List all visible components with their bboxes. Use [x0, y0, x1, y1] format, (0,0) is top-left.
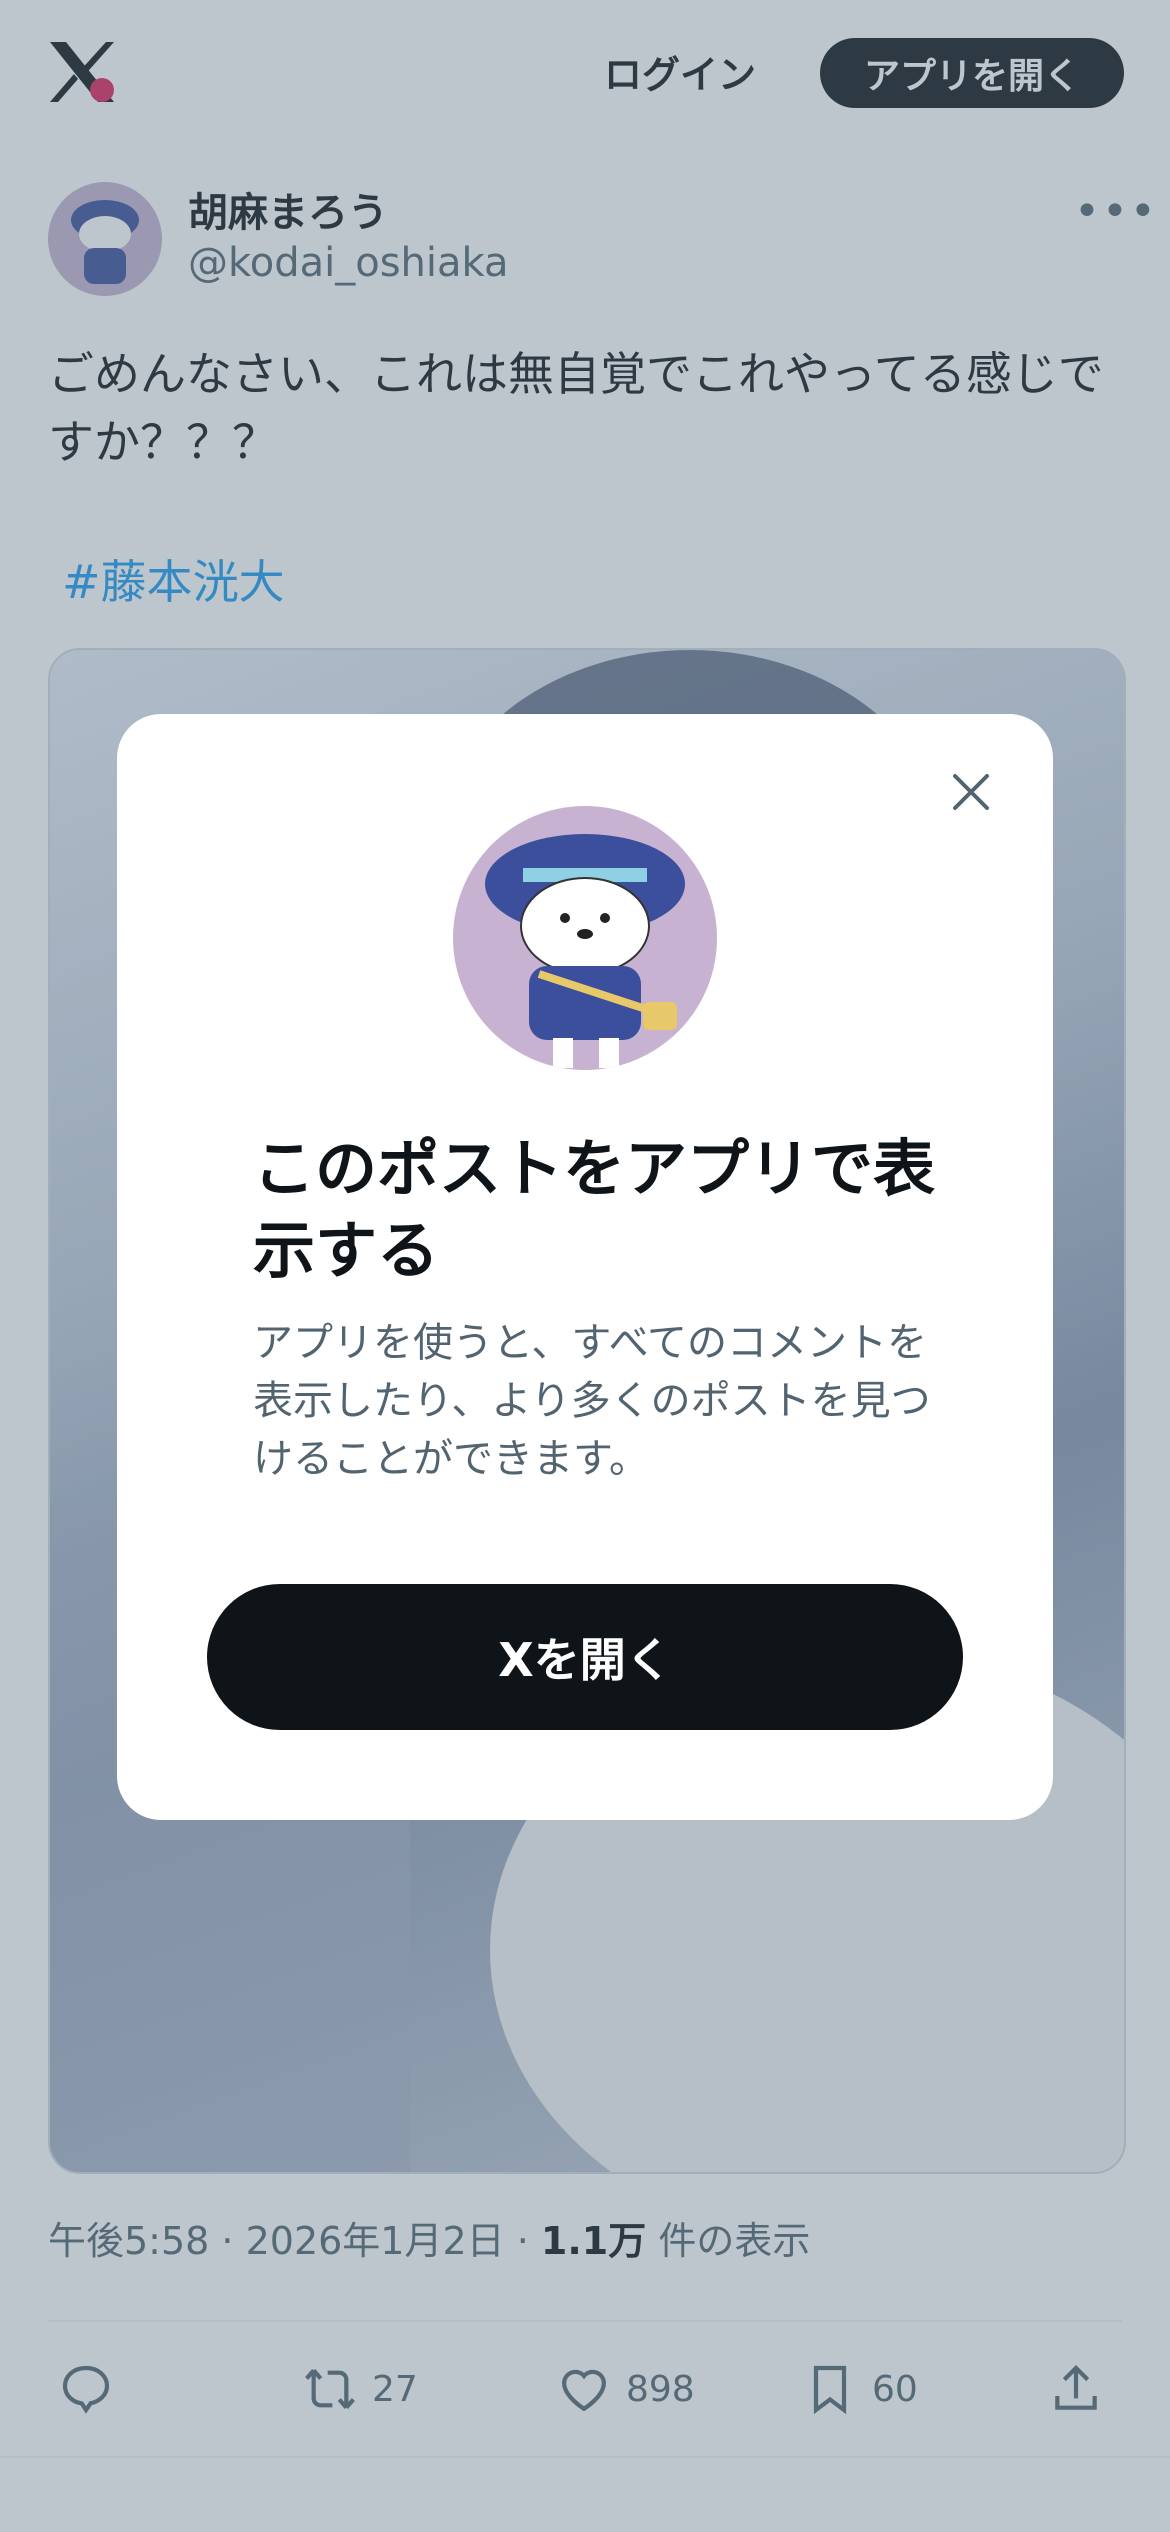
open-x-button[interactable]: Xを開く: [207, 1584, 963, 1730]
dialog-title: このポストをアプリで表示する: [253, 1132, 936, 1287]
open-in-app-dialog: このポストをアプリで表示する アプリを使うと、すべてのコメントを表示したり、より…: [117, 714, 1053, 1820]
close-icon[interactable]: [943, 764, 999, 820]
page: ログイン アプリを開く 胡麻まろう @kodai_oshiaka ••• ごめん…: [0, 0, 1170, 2532]
dialog-description: アプリを使うと、すべてのコメントを表示したり、より多くのポストを見つけることがで…: [253, 1320, 931, 1482]
dialog-avatar: [453, 806, 717, 1070]
